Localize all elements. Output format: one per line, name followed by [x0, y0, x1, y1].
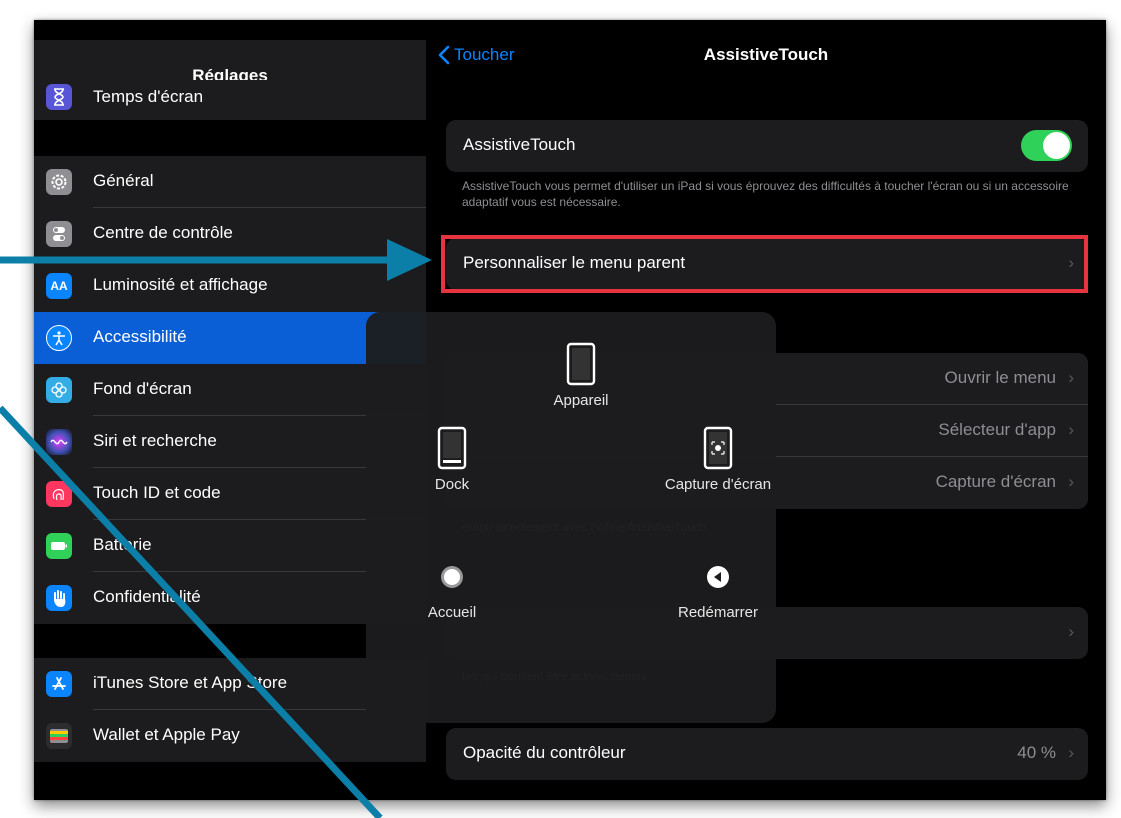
sidebar-group-screen-time: Temps d'écran — [34, 80, 426, 120]
toggle-knob — [1043, 132, 1070, 159]
opacity-group: Opacité du contrôleur 40 % › — [446, 728, 1088, 780]
sidebar-item-label: Général — [93, 171, 154, 190]
sidebar-item-label: Wallet et Apple Pay — [93, 725, 240, 744]
accessibility-icon — [46, 325, 72, 351]
sidebar-item-label: Temps d'écran — [93, 87, 204, 106]
action-value: Sélecteur d'app — [938, 420, 1056, 439]
assistivetouch-toggle[interactable] — [1021, 130, 1072, 161]
sidebar-item-label: Fond d'écran — [93, 379, 192, 398]
sidebar-item-display[interactable]: AA Luminosité et affichage — [34, 260, 426, 312]
sidebar-item-label: Confidentialité — [93, 587, 201, 606]
assistivetouch-footer: AssistiveTouch vous permet d'utiliser un… — [462, 179, 1069, 209]
menu-item-restart[interactable]: Redémarrer — [648, 564, 788, 621]
restart-icon — [707, 566, 729, 588]
flower-icon — [46, 377, 72, 403]
page-title: AssistiveTouch — [703, 45, 829, 64]
action-value: Capture d'écran — [935, 472, 1056, 491]
switches-icon — [46, 221, 72, 247]
chevron-right-icon: › — [1068, 743, 1074, 762]
chevron-right-icon: › — [1068, 420, 1074, 439]
chevron-right-icon: › — [1068, 472, 1074, 491]
menu-item-label: Appareil — [553, 392, 609, 409]
sidebar-item-label: iTunes Store et App Store — [93, 673, 288, 692]
menu-item-label: Redémarrer — [677, 604, 759, 621]
wallet-icon — [46, 723, 72, 749]
assistivetouch-toggle-group: AssistiveTouch — [446, 120, 1088, 172]
battery-icon — [46, 533, 72, 559]
chevron-right-icon: › — [1068, 622, 1074, 641]
screenshot-icon — [703, 426, 733, 470]
hand-icon — [46, 585, 72, 611]
fingerprint-icon — [46, 481, 72, 507]
annotation-highlight-box — [441, 235, 1088, 293]
hourglass-icon — [46, 84, 72, 110]
opacity-value: 40 % — [1017, 743, 1056, 762]
menu-item-label: Capture d'écran — [664, 476, 772, 493]
menu-item-label: Dock — [434, 476, 470, 493]
sidebar-item-label: Accessibilité — [93, 327, 187, 346]
assistivetouch-row: AssistiveTouch — [446, 120, 1088, 172]
action-value: Ouvrir le menu — [944, 368, 1056, 387]
ipad-icon — [566, 342, 596, 386]
menu-item-device[interactable]: Appareil — [511, 342, 651, 409]
sidebar-item-wallet[interactable]: Wallet et Apple Pay — [34, 710, 426, 762]
sidebar-item-label: Siri et recherche — [93, 431, 217, 450]
sidebar-item-label: Batterie — [93, 535, 152, 554]
gear-icon — [46, 169, 72, 195]
home-button-icon — [441, 566, 463, 588]
text-size-icon: AA — [46, 273, 72, 299]
dock-icon — [437, 426, 467, 470]
sidebar-item-label: Luminosité et affichage — [93, 275, 268, 294]
sidebar-item-control-center[interactable]: Centre de contrôle — [34, 208, 426, 260]
menu-item-dock[interactable]: Dock — [382, 426, 522, 493]
menu-item-home[interactable]: Accueil — [382, 564, 522, 621]
chevron-right-icon: › — [1068, 368, 1074, 387]
opacity-row[interactable]: Opacité du contrôleur 40 % › — [446, 728, 1088, 780]
sidebar-item-screen-time[interactable]: Temps d'écran — [34, 80, 426, 120]
assistivetouch-menu: Appareil Dock Capture d'écran Accueil Re… — [366, 312, 776, 723]
app-store-icon — [46, 671, 72, 697]
menu-item-label: Accueil — [427, 604, 477, 621]
sidebar-item-label: Centre de contrôle — [93, 223, 233, 242]
sidebar-item-label: Touch ID et code — [93, 483, 221, 502]
assistivetouch-label: AssistiveTouch — [463, 135, 576, 154]
opacity-label: Opacité du contrôleur — [463, 743, 626, 762]
menu-item-screenshot[interactable]: Capture d'écran — [648, 426, 788, 493]
sidebar-item-general[interactable]: Général — [34, 156, 426, 208]
siri-icon — [46, 429, 72, 455]
ipad-screen: Réglages Temps d'écran Général Centre de… — [34, 20, 1106, 800]
